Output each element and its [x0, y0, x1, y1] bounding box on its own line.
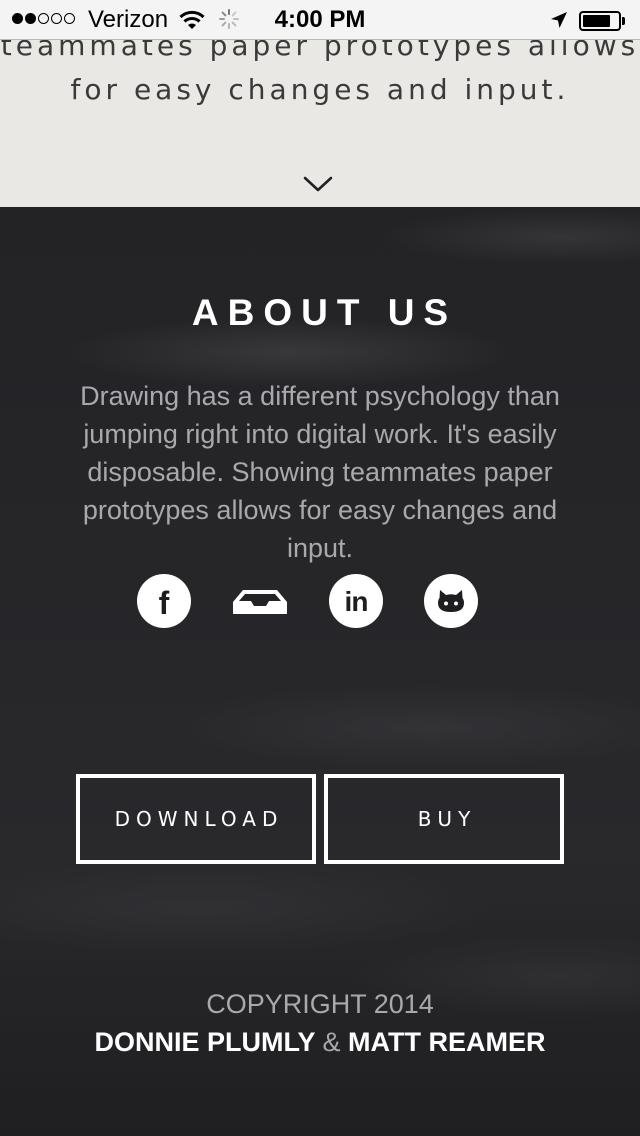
ampersand: & [322, 1027, 341, 1057]
status-bar: Verizon 4:00 PM [0, 0, 640, 40]
about-text-line: jumping right into digital work. It's ea… [83, 419, 557, 449]
author-name: MATT REAMER [348, 1027, 546, 1057]
status-time: 4:00 PM [274, 6, 366, 33]
location-arrow-icon [551, 12, 567, 28]
author-name: DONNIE PLUMLY [94, 1027, 315, 1057]
about-text-line: input. [286, 533, 354, 563]
chevron-down-icon[interactable] [302, 174, 334, 194]
hero-text-line: for easy changes and input. [70, 73, 570, 106]
battery-fill [583, 15, 610, 27]
section-title: ABOUT US [191, 292, 458, 333]
buy-button[interactable]: BUY [324, 774, 564, 864]
about-text-line: disposable. Showing teammates paper [87, 457, 553, 487]
about-description: Drawing has a different psychology than … [58, 377, 582, 567]
about-text-line: prototypes allows for easy changes and [82, 495, 558, 525]
facebook-glyph: f [158, 585, 170, 621]
about-text-line: Drawing has a different psychology than [80, 381, 560, 411]
inbox-icon[interactable] [231, 588, 289, 616]
linkedin-icon[interactable]: in [329, 574, 383, 628]
battery-tip [622, 17, 625, 25]
download-button[interactable]: DOWNLOAD [76, 774, 316, 864]
about-section: ABOUT US Drawing has a different psychol… [0, 207, 640, 1136]
facebook-icon[interactable]: f [137, 574, 191, 628]
battery-icon [579, 11, 621, 31]
octocat-glyph [438, 590, 464, 612]
copyright-text: COPYRIGHT 2014 [206, 989, 434, 1019]
authors-line: DONNIE PLUMLY & MATT REAMER [0, 1024, 640, 1060]
linkedin-glyph: in [344, 586, 369, 617]
github-icon[interactable] [424, 574, 478, 628]
